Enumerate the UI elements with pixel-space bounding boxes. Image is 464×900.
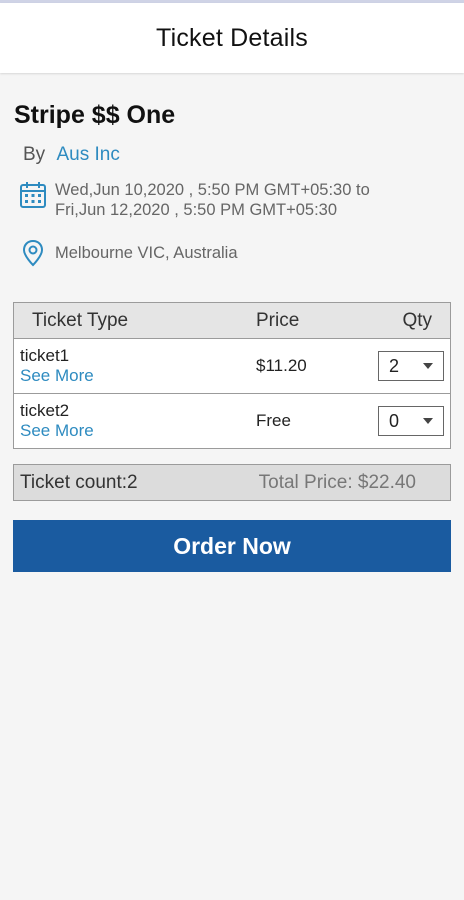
ticket-table: Ticket Type Price Qty ticket1 See More $… (13, 302, 451, 449)
organizer-link[interactable]: Aus Inc (56, 144, 119, 165)
table-row: ticket2 See More Free 0 (14, 394, 450, 448)
ticket-price: $11.20 (256, 356, 307, 375)
ticket-count: Ticket count:2 (20, 471, 138, 493)
total-price: Total Price: $22.40 (258, 471, 416, 493)
ticket-qty-cell: 2 (360, 351, 450, 381)
ticket-type-cell: ticket2 See More (14, 401, 250, 441)
ticket-price-cell: $11.20 (250, 356, 360, 376)
main-content: Stripe $$ One By Aus Inc Wed,Jun 10,2020… (0, 101, 464, 572)
qty-dropdown[interactable]: 0 (378, 406, 444, 436)
qty-value: 2 (389, 355, 400, 376)
event-title: Stripe $$ One (14, 101, 176, 129)
table-row: ticket1 See More $11.20 2 (14, 339, 450, 394)
event-date-end: Fri,Jun 12,2020 , 5:50 PM GMT+05:30 (55, 201, 338, 219)
event-date-row: Wed,Jun 10,2020 , 5:50 PM GMT+05:30 to F… (13, 180, 451, 220)
chevron-down-icon (423, 418, 433, 424)
event-location-text: Melbourne VIC, Australia (55, 244, 238, 262)
qty-value: 0 (389, 410, 400, 431)
qty-dropdown[interactable]: 2 (378, 351, 444, 381)
ticket-qty-cell: 0 (360, 406, 450, 436)
header-qty: Qty (402, 309, 432, 331)
see-more-link[interactable]: See More (20, 366, 250, 386)
chevron-down-icon (423, 363, 433, 369)
ticket-table-header: Ticket Type Price Qty (14, 303, 450, 339)
header-ticket-type: Ticket Type (32, 309, 129, 331)
see-more-link[interactable]: See More (20, 421, 250, 441)
event-date-text: Wed,Jun 10,2020 , 5:50 PM GMT+05:30 to F… (55, 180, 370, 220)
organizer-line: By Aus Inc (13, 144, 451, 166)
ticket-price: Free (256, 411, 291, 430)
app-header: Ticket Details (0, 3, 464, 73)
header-price: Price (256, 309, 300, 331)
ticket-name: ticket2 (20, 401, 70, 420)
ticket-name: ticket1 (20, 346, 70, 365)
event-date-start: Wed,Jun 10,2020 , 5:50 PM GMT+05:30 to (55, 181, 370, 199)
ticket-price-cell: Free (250, 411, 360, 431)
location-pin-icon (19, 238, 47, 268)
organizer-prefix: By (23, 144, 46, 165)
event-location-row: Melbourne VIC, Australia (13, 238, 451, 268)
ticket-type-cell: ticket1 See More (14, 346, 250, 386)
calendar-icon (19, 180, 47, 210)
order-now-button[interactable]: Order Now (13, 520, 451, 572)
ticket-summary-bar: Ticket count:2 Total Price: $22.40 (13, 464, 451, 501)
page-title: Ticket Details (156, 23, 308, 52)
